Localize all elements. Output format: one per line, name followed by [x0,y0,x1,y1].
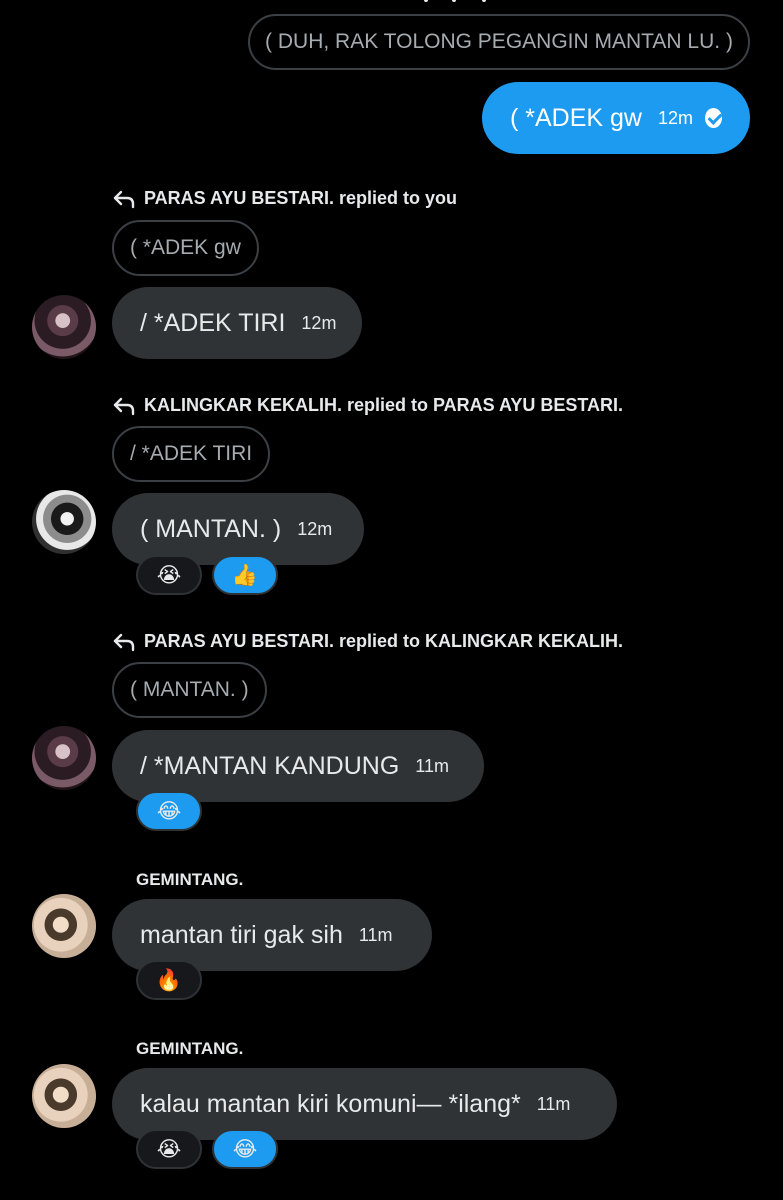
reply-context-text: PARAS AYU BESTARI. replied to KALINGKAR … [144,631,624,651]
message-text: ( MANTAN. ) [140,514,282,543]
message-text: / *MANTAN KANDUNG [140,751,400,780]
avatar[interactable] [32,295,96,359]
reaction-loudly-crying[interactable]: 😭 [136,555,202,595]
reply-icon [113,397,135,415]
message-time: 12m [657,107,693,128]
quoted-message-text: ( MANTAN. ) [130,678,249,701]
sender-name[interactable]: GEMINTANG. [136,1039,243,1059]
reply-context-text: PARAS AYU BESTARI. replied to you [144,188,458,208]
quoted-message-text: ( *ADEK gw [130,236,241,259]
avatar[interactable] [32,726,96,790]
message-text: ( *ADEK gw [510,103,642,132]
message-time: 11m [536,1093,571,1114]
check-circle-icon [705,108,722,128]
message-bubble[interactable]: / *ADEK TIRI 12m [112,287,362,359]
message-bubble-outgoing[interactable]: ( *ADEK gw 12m [482,82,750,154]
reaction-loudly-crying[interactable]: 😭 [136,1129,202,1169]
reaction-tears-of-joy[interactable]: 😂 [212,1129,278,1169]
reply-icon [113,190,135,208]
message-text: / *ADEK TIRI [140,308,286,337]
avatar[interactable] [32,894,96,958]
quoted-message-text: ( DUH, RAK TOLONG PEGANGIN MANTAN LU. ) [265,30,733,53]
avatar[interactable] [32,1064,96,1128]
quoted-message[interactable]: / *ADEK TIRI [112,426,271,482]
cut-off-text [420,0,500,2]
message-text: kalau mantan kiri komuni— *ilang* [140,1089,521,1118]
message-time: 11m [358,924,393,945]
message-time: 11m [415,755,449,776]
reply-context: PARAS AYU BESTARI. replied to KALINGKAR … [112,631,623,652]
quoted-message[interactable]: ( *ADEK gw [112,220,259,276]
message-text: mantan tiri gak sih [140,920,343,949]
quoted-message[interactable]: ( MANTAN. ) [112,662,267,718]
quoted-message[interactable]: ( DUH, RAK TOLONG PEGANGIN MANTAN LU. ) [248,14,750,70]
reaction-thumbs-up[interactable]: 👍 [212,555,278,595]
reply-context: KALINGKAR KEKALIH. replied to PARAS AYU … [112,395,623,416]
avatar[interactable] [32,490,96,554]
reply-context: PARAS AYU BESTARI. replied to you [112,188,457,209]
message-time: 12m [297,518,333,539]
message-time: 12m [301,312,337,333]
reply-icon [113,633,135,651]
reaction-fire[interactable]: 🔥 [136,960,202,1000]
reaction-tears-of-joy[interactable]: 😂 [136,791,202,831]
sender-name[interactable]: GEMINTANG. [136,870,243,890]
reply-context-text: KALINGKAR KEKALIH. replied to PARAS AYU … [144,395,624,415]
quoted-message-text: / *ADEK TIRI [130,442,253,465]
